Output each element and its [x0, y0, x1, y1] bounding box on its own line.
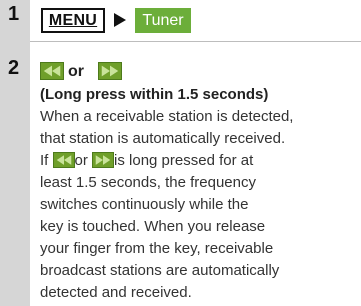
or-label: or: [68, 63, 84, 80]
description-line: key is touched. When you release: [40, 218, 266, 235]
arrow-right-icon: [114, 13, 126, 27]
seek-back-icon: [40, 62, 64, 80]
description-text: If: [40, 152, 53, 169]
step-number-1: 1: [8, 3, 20, 25]
step-number-column: 1 2: [0, 0, 30, 306]
description-line: your finger from the key, receivable: [40, 240, 274, 257]
seek-back-icon: [52, 152, 75, 168]
seek-forward-icon: [98, 62, 122, 80]
description-text: or: [74, 152, 93, 169]
menu-key: MENU: [41, 8, 105, 33]
description-line: switches continuously while the: [40, 196, 249, 213]
description-line: that station is automatically received.: [40, 130, 286, 147]
instruction-page: 1 2 MENU Tuner or (Long press within 1.5…: [0, 0, 361, 306]
seek-forward-icon: [92, 152, 115, 168]
step-divider: [30, 41, 361, 42]
description-line: least 1.5 seconds, the frequency: [40, 174, 256, 191]
description-line: When a receivable station is detected,: [40, 108, 294, 125]
step-number-2: 2: [8, 57, 20, 79]
tuner-key: Tuner: [135, 8, 191, 33]
description-line-with-keys: If or is long pressed for at: [40, 150, 360, 172]
description-line: detected and received.: [40, 284, 192, 301]
description-text: is long pressed for at: [114, 152, 254, 169]
long-press-note: (Long press within 1.5 seconds): [40, 86, 269, 103]
description-line: broadcast stations are automatically: [40, 262, 280, 279]
